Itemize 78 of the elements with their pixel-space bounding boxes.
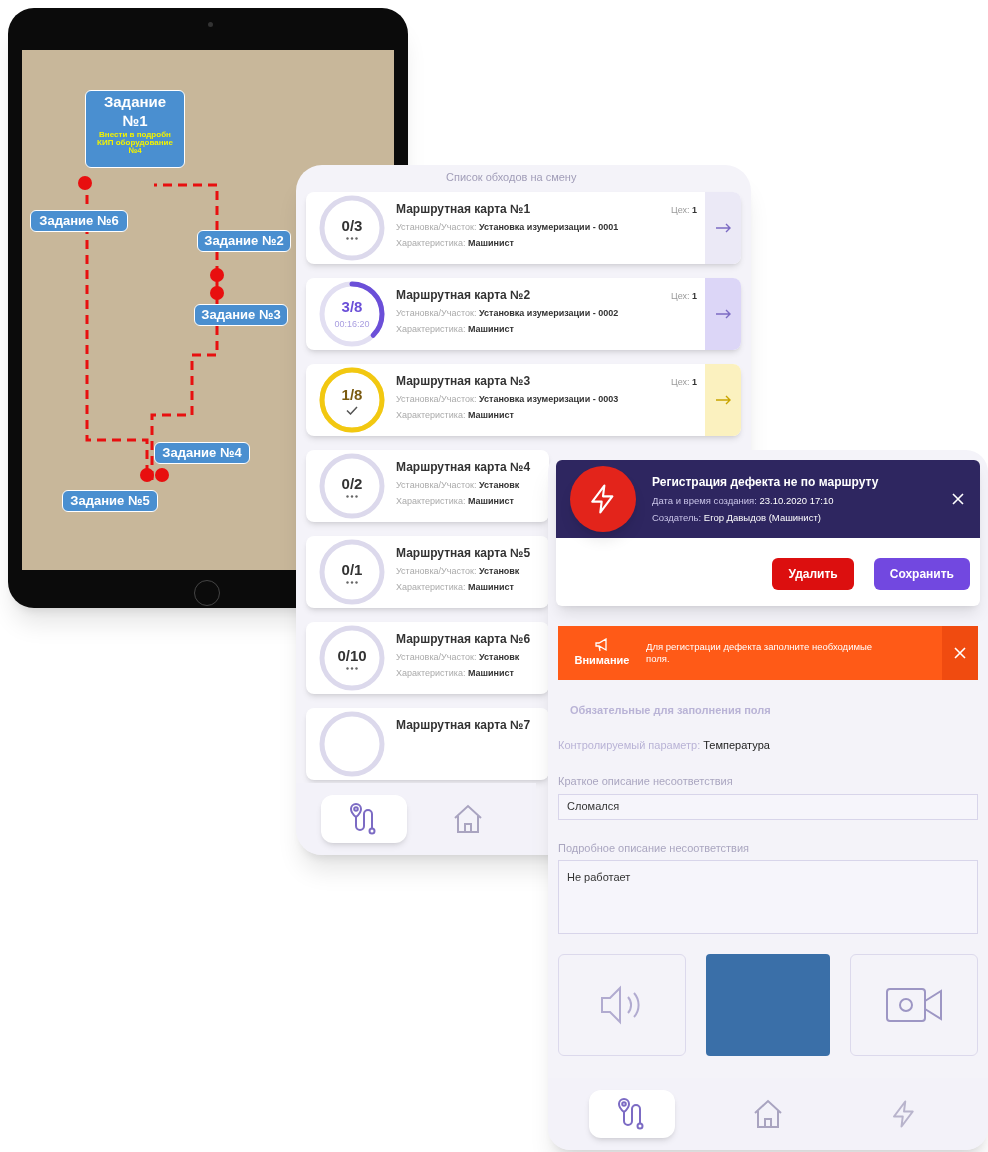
home-icon (452, 803, 484, 835)
alert-message: Для регистрации дефекта заполните необходимые поля. (646, 641, 874, 665)
callout-title: Задание №4 (162, 445, 242, 462)
callout-title: Задание №5 (70, 493, 150, 510)
card-title: Маршрутная карта №2 (396, 286, 531, 304)
workshop-text: Цех: 1 (671, 203, 697, 217)
close-icon (952, 493, 964, 505)
role-text: Характеристика: Машинист (396, 323, 514, 336)
site-text: Установка/Участок: Установк (396, 564, 520, 578)
nav-tab[interactable] (321, 795, 407, 843)
progress-count: 1/8 (341, 384, 363, 405)
route-card[interactable]: 0/10 Маршрутная карта №6 Установка/Участок: Установк Характеристика: Машинист (306, 621, 549, 694)
site-text: Установка/Участок: Установка изумеризации - 0001 (396, 220, 619, 234)
progress-count: 3/8 (341, 296, 363, 317)
video-camera-icon (885, 987, 943, 1023)
callout-note: Внести в подробн КИП оборудование №4 (96, 130, 174, 155)
arrow-right-icon (715, 394, 731, 405)
section-title: Обязательные для заполнения поля (569, 703, 772, 718)
site-text: Установка/Участок: Установк (396, 478, 520, 492)
home-icon (752, 1098, 784, 1130)
route-card[interactable]: 0/3 Маршрутная карта №1 Цех: 1 Установка/Участок: Установка изумеризации - 0001 Характеристика: Машинист (306, 191, 741, 264)
callout-title: Задание №1 (102, 93, 168, 131)
card-title: Маршрутная карта №1 (396, 200, 531, 218)
check-icon (346, 406, 358, 416)
audio-tile[interactable] (558, 954, 686, 1056)
more-icon (346, 667, 358, 671)
callout-title: Задание №2 (204, 233, 284, 250)
site-text: Установка/Участок: Установка изумеризации - 0003 (396, 392, 619, 406)
progress-count: 0/10 (337, 645, 367, 666)
card-title: Маршрутная карта №5 (396, 544, 531, 562)
action-button[interactable]: Удалить (772, 558, 854, 590)
workshop-text: Цех: 1 (671, 375, 697, 389)
route-card[interactable]: 3/8 00:16:20 Маршрутная карта №2 Цех: 1 Установка/Участок: Установка изумеризации - 0002 Характеристика: Машинист (306, 277, 741, 350)
field-label: Подробное описание несоответствия (558, 840, 751, 856)
progress-count: 0/1 (341, 559, 363, 580)
workshop-text: Цех: 1 (671, 289, 697, 303)
megaphone-icon (594, 637, 610, 652)
route-card[interactable]: 0/2 Маршрутная карта №4 Установка/Участок: Установк Характеристика: Машинист (306, 449, 549, 522)
close-icon (954, 647, 966, 659)
route-card[interactable]: Маршрутная карта №7 (306, 707, 549, 780)
creator-text: Создатель: Егор Давыдов (Машинист) (652, 511, 822, 525)
callout-title: Задание №6 (39, 213, 119, 230)
role-text: Характеристика: Машинист (396, 667, 514, 680)
role-text: Характеристика: Машинист (396, 495, 514, 508)
more-icon (346, 495, 358, 499)
alert-title: Внимание (574, 652, 630, 668)
open-button[interactable] (705, 277, 741, 350)
role-text: Характеристика: Машинист (396, 237, 514, 250)
more-icon (346, 237, 358, 241)
arrow-right-icon (715, 308, 731, 319)
parameter-text: Контролируемый параметр: Температура (558, 737, 771, 753)
dialog-title: Регистрация дефекта не по маршруту (652, 473, 880, 491)
arrow-right-icon (715, 222, 731, 233)
timer: 00:16:20 (334, 318, 370, 331)
site-text: Установка/Участок: Установка изумеризации - 0002 (396, 306, 619, 320)
route-card[interactable]: 1/8 Маршрутная карта №3 Цех: 1 Установка/Участок: Установка изумеризации - 0003 Характеристика: Машинист (306, 363, 741, 436)
open-button[interactable] (705, 363, 741, 436)
card-title: Маршрутная карта №6 (396, 630, 531, 648)
site-text: Установка/Участок: Установк (396, 650, 520, 664)
role-text: Характеристика: Машинист (396, 581, 514, 594)
card-title: Маршрутная карта №3 (396, 372, 531, 390)
callout-title: Задание №3 (201, 307, 281, 324)
card-title: Маршрутная карта №4 (396, 458, 531, 476)
action-button[interactable]: Сохранить (873, 558, 970, 590)
card-title: Маршрутная карта №7 (396, 716, 531, 734)
role-text: Характеристика: Машинист (396, 409, 514, 422)
route-card[interactable]: 0/1 Маршрутная карта №5 Установка/Участок: Установк Характеристика: Машинист (306, 535, 549, 608)
nav-tab[interactable] (589, 1090, 675, 1138)
created-text: Дата и время создания: 23.10.2020 17:10 (652, 493, 835, 508)
list-title: Список обходов на смену (446, 170, 578, 185)
text-area[interactable]: Не работает (558, 860, 978, 934)
input-field[interactable]: Сломался (558, 793, 978, 820)
field-label: Краткое описание несоответствия (558, 774, 734, 789)
progress-count: 0/3 (341, 215, 363, 236)
more-icon (346, 581, 358, 585)
video-tile[interactable] (850, 954, 978, 1056)
open-button[interactable] (705, 191, 741, 264)
progress-count: 0/2 (341, 473, 363, 494)
